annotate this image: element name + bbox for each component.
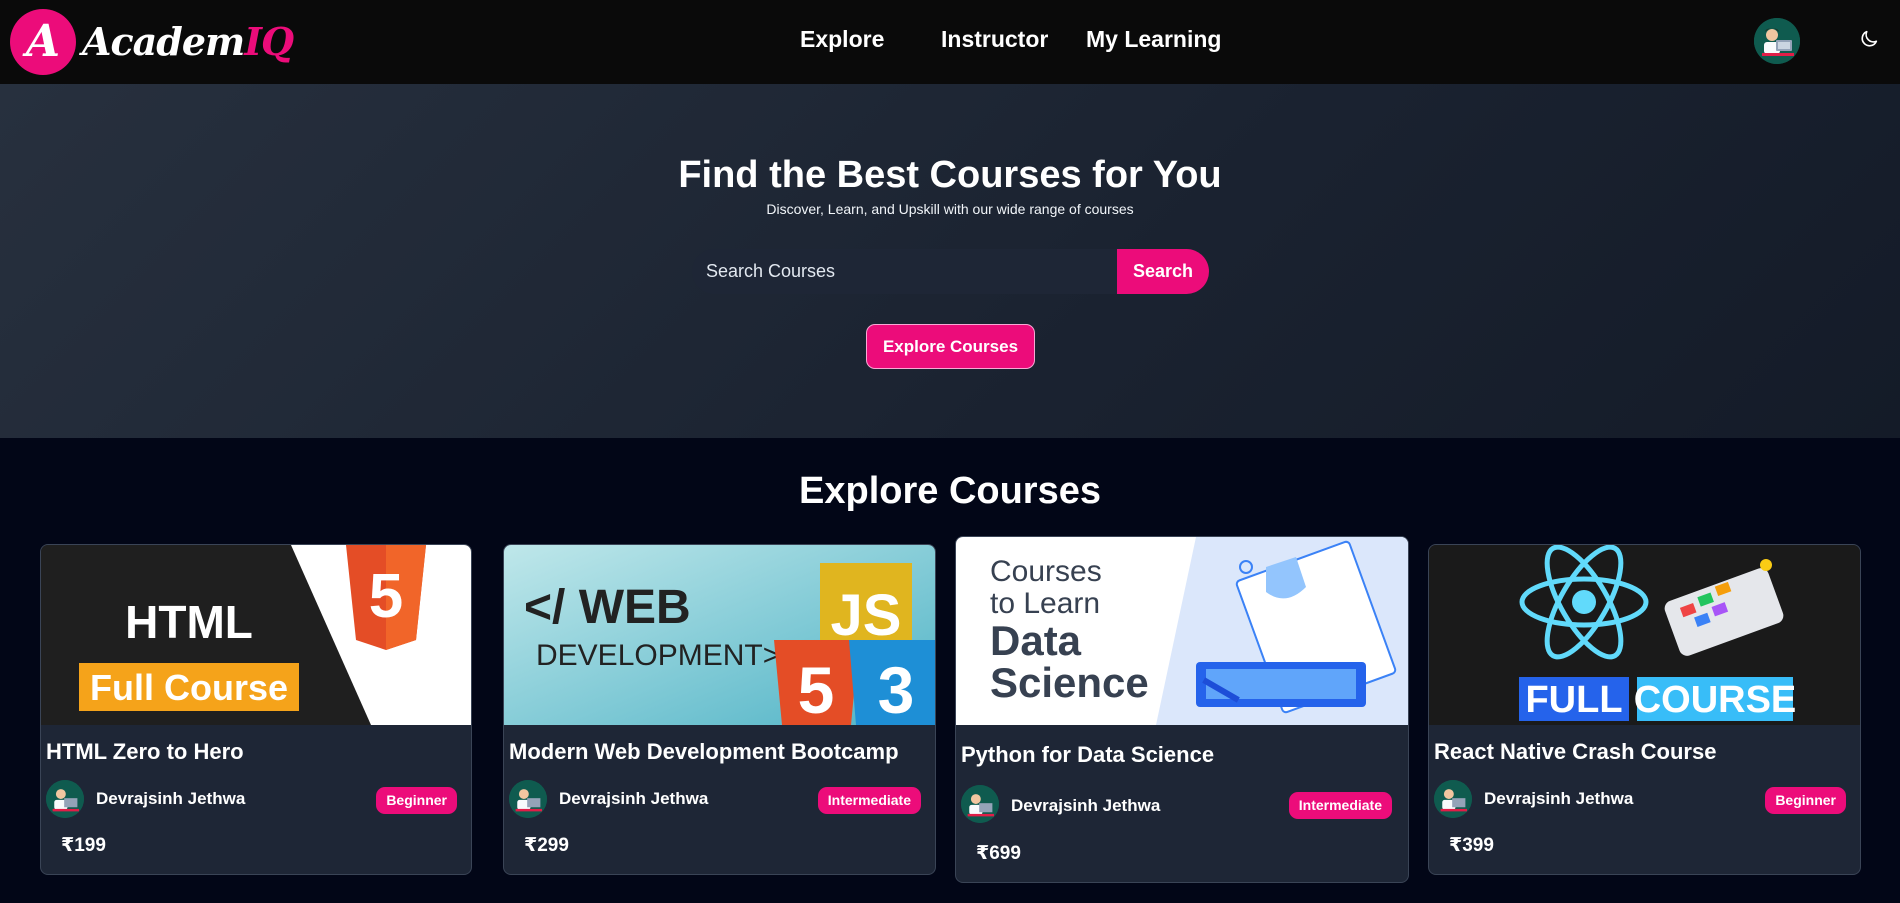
thumb-line-2: COURSE [1634, 679, 1797, 721]
brand-logo[interactable]: A AcademIQ [10, 8, 294, 75]
nav-instructor[interactable]: Instructor [941, 26, 1048, 53]
brand-name-main: Academ [82, 19, 245, 64]
thumb-tag: THE [1505, 662, 1533, 678]
html-thumbnail-art: 5 HTML Full Course [41, 545, 471, 725]
course-card[interactable]: </ WEB DEVELOPMENT> JS 5 3 Modern Web De… [503, 544, 936, 875]
instructor-name: Devrajsinh Jethwa [559, 789, 709, 808]
thumb-line-3: Data [990, 617, 1082, 664]
level-badge: Beginner [1765, 787, 1846, 814]
instructor-name: Devrajsinh Jethwa [1484, 789, 1634, 808]
avatar-illustration-icon [1754, 18, 1800, 64]
course-card[interactable]: THE FULL COURSE React Native Crash Cours… [1428, 544, 1861, 875]
hero-subtitle: Discover, Learn, and Upskill with our wi… [766, 201, 1134, 217]
thumb-line-2: Full Course [90, 667, 288, 708]
course-thumbnail: </ WEB DEVELOPMENT> JS 5 3 [504, 545, 935, 725]
course-price: ₹699 [976, 843, 1021, 864]
thumb-line-1: HTML [125, 596, 253, 648]
thumb-line-1: </ WEB [524, 581, 691, 634]
level-badge: Intermediate [817, 787, 921, 814]
thumb-line-1: Courses [990, 555, 1102, 588]
moon-icon[interactable] [1858, 28, 1880, 50]
course-title: React Native Crash Course [1434, 739, 1717, 764]
search-button[interactable]: Search [1117, 249, 1209, 294]
level-badge: Beginner [376, 787, 457, 814]
course-card[interactable]: 5 HTML Full Course HTML Zero to Hero Dev… [40, 544, 472, 875]
instructor-name: Devrajsinh Jethwa [1011, 796, 1161, 815]
brand-name-accent: IQ [244, 19, 294, 64]
html5-badge-text: 5 [369, 562, 403, 631]
moon-icon-svg [1861, 30, 1878, 47]
explore-courses-button[interactable]: Explore Courses [866, 324, 1035, 369]
section-title: Explore Courses [799, 470, 1101, 512]
course-card[interactable]: Courses to Learn Data Science Python for… [955, 536, 1409, 883]
thumb-line-2: DEVELOPMENT> [536, 639, 780, 672]
course-title: Python for Data Science [961, 742, 1215, 767]
avatar-illustration-icon [509, 780, 547, 818]
instructor-avatar [46, 780, 84, 818]
user-avatar[interactable] [1754, 18, 1800, 64]
level-badge: Intermediate [1288, 792, 1392, 819]
avatar-illustration-icon [46, 780, 84, 818]
logo-mark: A [10, 8, 76, 75]
datascience-thumbnail-art: Courses to Learn Data Science [956, 537, 1408, 725]
brand-name: AcademIQ [82, 19, 294, 64]
course-title: HTML Zero to Hero [46, 739, 244, 764]
search-bar: Search [692, 249, 1209, 294]
course-thumbnail: 5 HTML Full Course [41, 545, 471, 725]
nav-my-learning[interactable]: My Learning [1086, 26, 1221, 53]
instructor-avatar [1434, 780, 1472, 818]
html5-badge-text: 5 [798, 653, 835, 725]
course-thumbnail: Courses to Learn Data Science [956, 537, 1408, 725]
avatar-illustration-icon [1434, 780, 1472, 818]
search-input[interactable] [692, 249, 1117, 294]
course-price: ₹299 [524, 835, 569, 856]
instructor-avatar [509, 780, 547, 818]
thumb-line-2: to Learn [990, 587, 1100, 620]
nav-explore[interactable]: Explore [800, 26, 884, 53]
webdev-thumbnail-art: </ WEB DEVELOPMENT> JS 5 3 [504, 545, 935, 725]
course-price: ₹399 [1449, 835, 1494, 856]
course-thumbnail: THE FULL COURSE [1429, 545, 1860, 725]
hero-title: Find the Best Courses for You [678, 154, 1222, 196]
course-title: Modern Web Development Bootcamp [509, 739, 899, 764]
react-thumbnail-art: THE FULL COURSE [1429, 545, 1860, 725]
avatar-illustration-icon [961, 785, 999, 823]
js-badge-text: JS [831, 583, 902, 648]
hero-section: Find the Best Courses for You Discover, … [0, 84, 1900, 438]
thumb-line-4: Science [990, 659, 1149, 706]
instructor-name: Devrajsinh Jethwa [96, 789, 246, 808]
css3-badge-text: 3 [878, 653, 915, 725]
logo-letter: A [25, 15, 61, 67]
course-price: ₹199 [61, 835, 106, 856]
thumb-line-1: FULL [1525, 679, 1622, 721]
top-navbar: A AcademIQ Explore Instructor My Learnin… [0, 0, 1900, 84]
instructor-avatar [961, 785, 999, 823]
